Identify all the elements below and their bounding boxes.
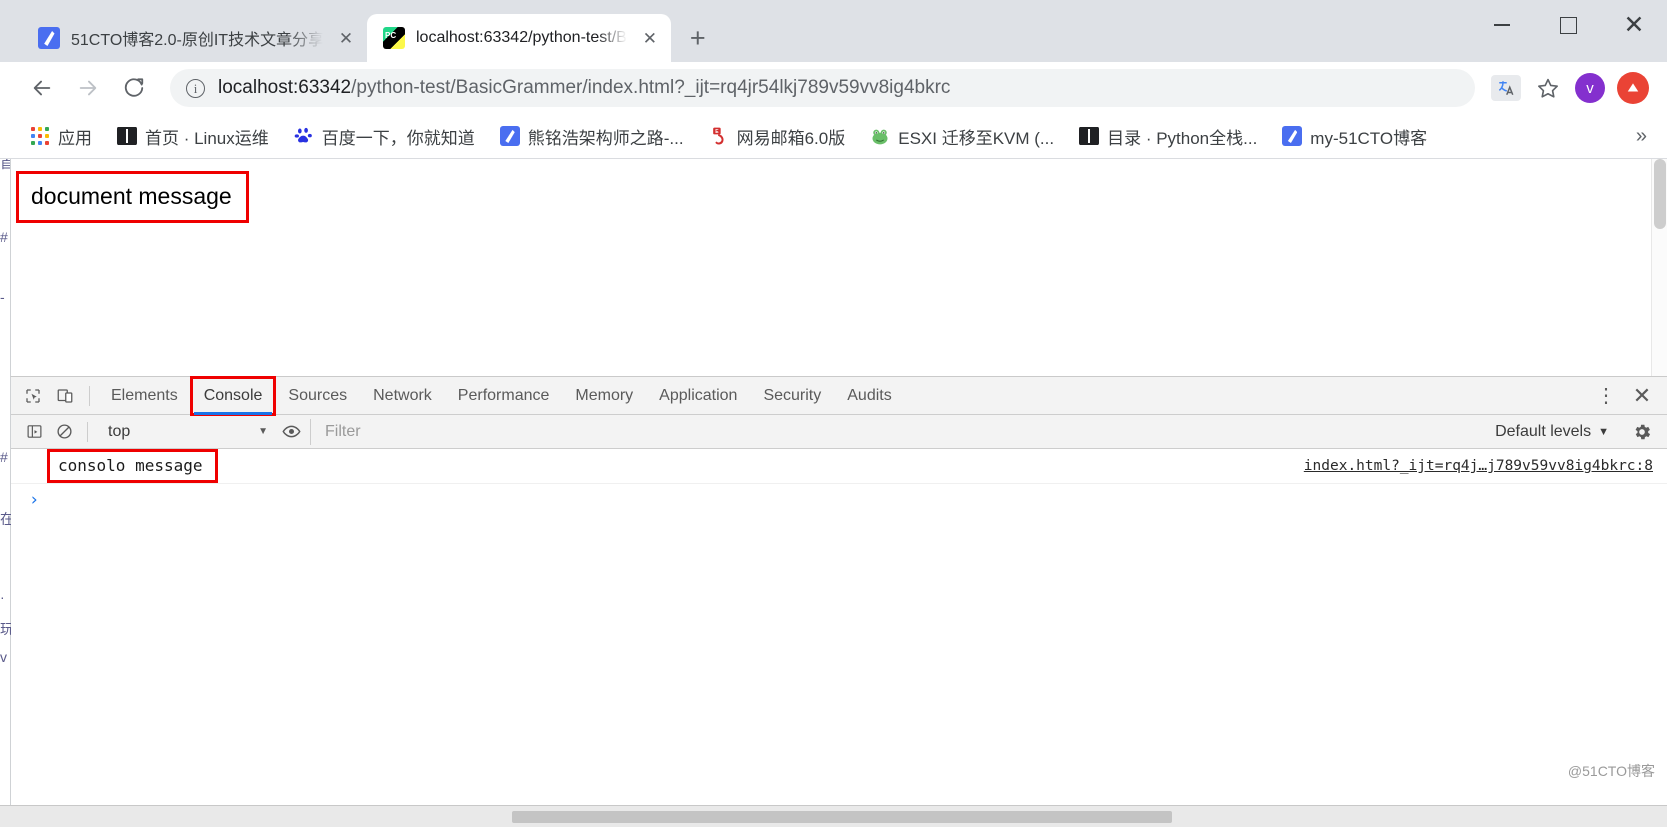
bookmark-label: 百度一下，你就知道 (321, 128, 475, 148)
bookmark-item-netease[interactable]: E 网易邮箱6.0版 (701, 119, 854, 154)
console-output: consolo message index.html?_ijt=rq4j…j78… (11, 449, 1667, 805)
divider (87, 421, 88, 442)
gear-icon[interactable] (1625, 417, 1659, 447)
bookmark-item-linux[interactable]: 首页 · Linux运维 (109, 119, 277, 154)
bookmarks-bar: 应用 首页 · Linux运维 百度一下，你就知道 熊铭浩架构师之路-... E… (0, 114, 1667, 158)
forward-arrow-icon[interactable] (68, 68, 108, 108)
tab-strip: 51CTO博客2.0-原创IT技术文章分享 ✕ localhost:63342/… (0, 0, 1667, 62)
bookmark-item-apps[interactable]: 应用 (22, 119, 100, 154)
close-icon[interactable]: ✕ (1627, 381, 1657, 411)
tab-title: 51CTO博客2.0-原创IT技术文章分享 (71, 32, 323, 49)
more-options-icon[interactable]: ⋮ (1591, 381, 1621, 411)
bookmark-label: ESXI 迁移至KVM (... (898, 128, 1055, 148)
scrollbar-thumb[interactable] (512, 811, 1172, 823)
back-arrow-icon[interactable] (22, 68, 62, 108)
window-controls: ✕ (1469, 0, 1667, 50)
tab-security[interactable]: Security (750, 377, 834, 415)
url-path: /python-test/BasicGrammer/index.html?_ij… (351, 77, 951, 98)
document-message-text: document message (16, 171, 249, 223)
console-message-text: consolo message (47, 449, 218, 483)
book-icon (117, 126, 137, 146)
close-icon[interactable]: ✕ (333, 25, 359, 51)
inspect-element-icon[interactable] (17, 381, 49, 411)
reload-icon[interactable] (114, 68, 154, 108)
avatar[interactable]: v (1571, 69, 1609, 107)
watermark: @51CTO博客 (1567, 763, 1655, 779)
bookmark-item-xmh[interactable]: 熊铭浩架构师之路-... (492, 119, 692, 154)
prompt-caret-icon: › (29, 490, 40, 510)
tab-network[interactable]: Network (360, 377, 445, 415)
url-text: localhost:63342/python-test/BasicGrammer… (218, 77, 950, 99)
log-levels-value: Default levels (1495, 422, 1592, 440)
bookmark-item-esxi[interactable]: ESXI 迁移至KVM (... (862, 119, 1062, 154)
execution-context-value: top (108, 422, 131, 440)
horizontal-scrollbar[interactable] (0, 805, 1667, 827)
scrollbar-thumb[interactable] (1654, 159, 1666, 229)
bookmark-star-icon[interactable] (1529, 69, 1567, 107)
devtools-tabbar-actions: ⋮ ✕ (1591, 381, 1667, 411)
divider (89, 385, 90, 406)
51cto-icon (1282, 126, 1303, 146)
console-filter-bar: top ▼ Filter Default levels ▼ (11, 415, 1667, 449)
bookmark-label: 应用 (58, 128, 92, 148)
device-toolbar-icon[interactable] (49, 381, 81, 411)
console-source-link[interactable]: index.html?_ijt=rq4j…j789v59vv8ig4bkrc:8 (1304, 458, 1653, 474)
tab-application[interactable]: Application (646, 377, 750, 415)
tab-console[interactable]: Console (189, 375, 277, 416)
page-viewport: 首 # - # 在 · 玩 v document message (0, 158, 1667, 805)
bookmark-label: my-51CTO博客 (1310, 128, 1428, 148)
bookmark-item-my51cto[interactable]: my-51CTO博客 (1274, 119, 1435, 154)
maximize-icon[interactable] (1535, 0, 1601, 50)
tab-memory[interactable]: Memory (562, 377, 646, 415)
browser-toolbar: i localhost:63342/python-test/BasicGramm… (0, 62, 1667, 114)
51cto-icon (38, 27, 60, 49)
bookmarks-overflow-button[interactable]: » (1626, 125, 1657, 148)
tab-title: localhost:63342/python-test/B (416, 29, 627, 46)
baidu-icon (294, 126, 314, 146)
pycharm-icon (383, 27, 405, 49)
book-icon (1079, 126, 1100, 146)
tab-performance[interactable]: Performance (445, 377, 563, 415)
devtools-tab-bar: Elements Console Sources Network Perform… (11, 375, 1667, 416)
url-host: localhost:63342 (218, 77, 352, 98)
close-icon[interactable]: ✕ (1601, 0, 1667, 50)
bookmark-item-python[interactable]: 目录 · Python全栈... (1071, 119, 1265, 154)
chevron-down-icon: ▼ (1598, 425, 1609, 438)
rendered-page: document message (10, 159, 1667, 376)
chevron-down-icon: ▼ (258, 426, 268, 437)
page-scrollbar[interactable] (1651, 159, 1667, 376)
tab-elements[interactable]: Elements (98, 377, 191, 415)
chrome-menu-button[interactable] (1617, 72, 1649, 104)
frog-icon (870, 126, 890, 146)
tab-sources[interactable]: Sources (275, 377, 360, 415)
apps-grid-icon (30, 126, 50, 146)
log-levels-selector[interactable]: Default levels ▼ (1479, 419, 1625, 445)
clear-console-icon[interactable] (49, 419, 79, 445)
filter-input[interactable]: Filter (310, 418, 1479, 445)
netease-icon: E (709, 126, 729, 146)
browser-window: 51CTO博客2.0-原创IT技术文章分享 ✕ localhost:63342/… (0, 0, 1667, 827)
bookmark-item-baidu[interactable]: 百度一下，你就知道 (286, 119, 483, 154)
execution-context-selector[interactable]: top ▼ (96, 419, 276, 445)
address-bar[interactable]: i localhost:63342/python-test/BasicGramm… (170, 69, 1475, 107)
console-sidebar-icon[interactable] (19, 419, 49, 445)
profile-initial: v (1575, 73, 1605, 103)
minimize-icon[interactable] (1469, 0, 1535, 50)
live-expression-icon[interactable] (276, 419, 306, 445)
site-info-icon[interactable]: i (186, 78, 205, 98)
browser-tab-51cto[interactable]: 51CTO博客2.0-原创IT技术文章分享 ✕ (22, 14, 367, 62)
bookmark-label: 熊铭浩架构师之路-... (527, 128, 684, 148)
browser-tab-localhost[interactable]: localhost:63342/python-test/B ✕ (367, 14, 671, 62)
51cto-icon (499, 126, 520, 146)
console-prompt[interactable]: › (11, 484, 1667, 516)
close-icon[interactable]: ✕ (637, 25, 663, 51)
console-message-row[interactable]: consolo message index.html?_ijt=rq4j…j78… (11, 449, 1667, 484)
tab-audits[interactable]: Audits (834, 377, 904, 415)
translate-icon[interactable] (1487, 69, 1525, 107)
bookmark-label: 网易邮箱6.0版 (736, 128, 846, 148)
devtools-panel: Elements Console Sources Network Perform… (10, 375, 1667, 805)
bookmark-label: 首页 · Linux运维 (145, 128, 269, 148)
new-tab-button[interactable]: + (677, 17, 719, 59)
bookmark-label: 目录 · Python全栈... (1107, 128, 1258, 148)
